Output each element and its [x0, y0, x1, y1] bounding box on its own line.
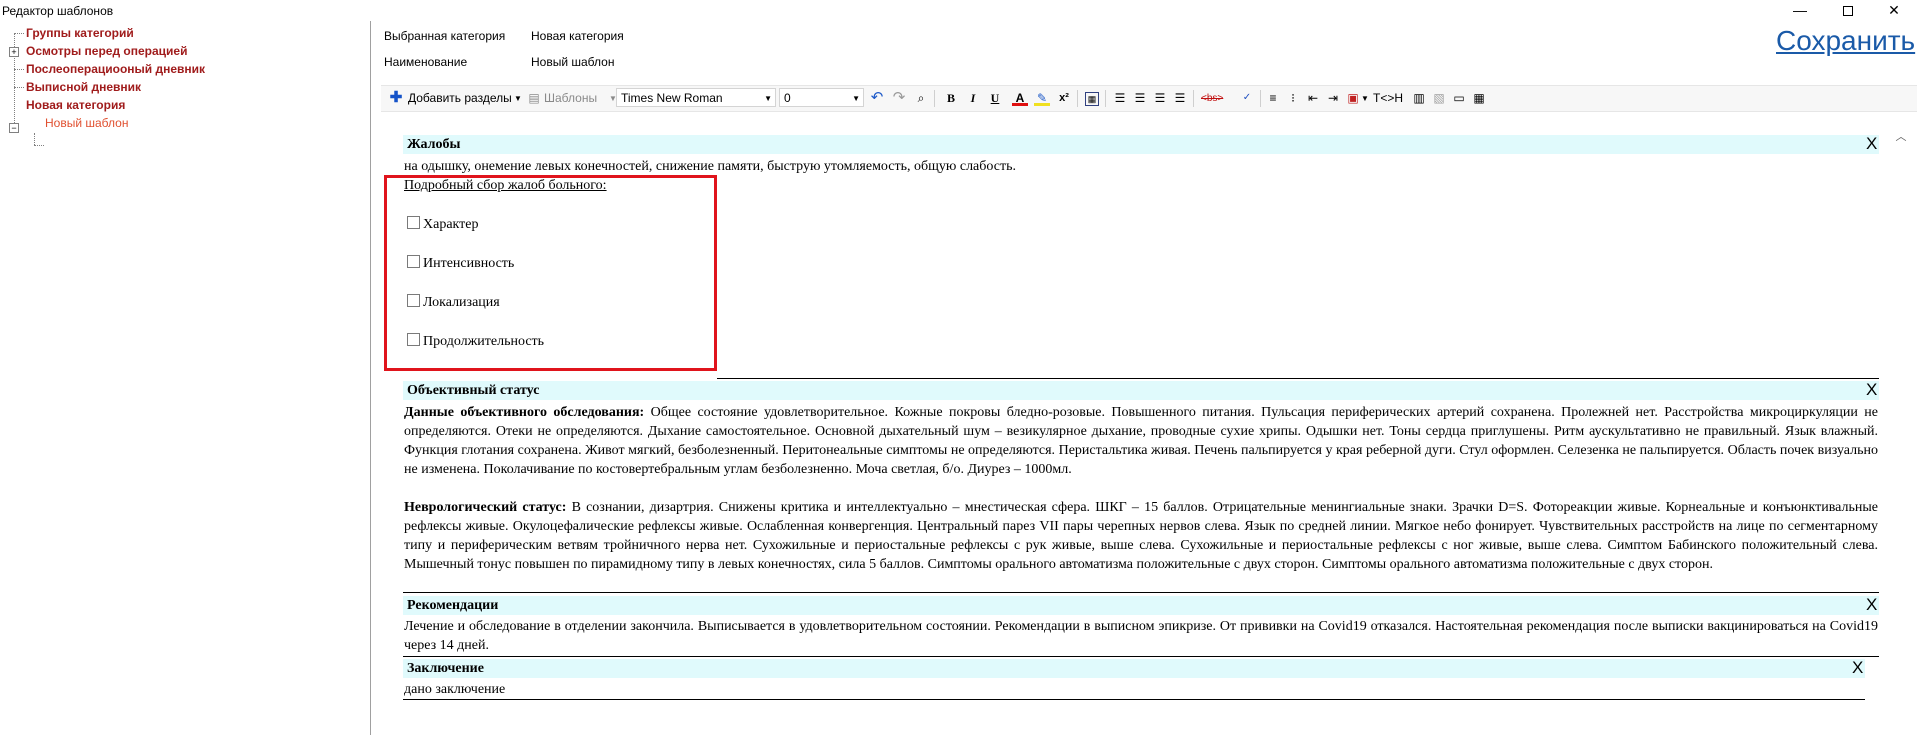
chevron-down-icon: ▼: [852, 94, 860, 103]
outdent-icon[interactable]: ⇤: [1305, 90, 1321, 106]
save-link[interactable]: Сохранить: [1776, 25, 1915, 57]
toolbar-separator: [1105, 90, 1106, 107]
title-bar: Редактор шаблонов — ✕: [0, 0, 1920, 21]
section-title: Жалобы: [407, 137, 461, 152]
neuro-status-heading: Неврологический статус:: [404, 500, 567, 515]
selected-category-value: Новая категория: [531, 29, 624, 43]
font-color-icon[interactable]: A: [1012, 90, 1028, 106]
template-name-value[interactable]: Новый шаблон: [531, 55, 614, 69]
unordered-list-icon[interactable]: ⁝: [1285, 90, 1301, 106]
section-title: Заключение: [407, 661, 484, 676]
toolbar-separator: [934, 90, 935, 107]
highlight-icon[interactable]: ✎: [1034, 90, 1050, 106]
italic-icon[interactable]: I: [965, 90, 981, 106]
minimize-icon: —: [1793, 2, 1807, 18]
section-divider: [403, 656, 1879, 657]
template-name-label: Наименование: [384, 55, 468, 69]
ordered-list-icon[interactable]: ≡: [1265, 90, 1281, 106]
align-center-icon[interactable]: ☰: [1132, 90, 1148, 106]
underline-icon[interactable]: U: [987, 90, 1003, 106]
chevron-up-icon[interactable]: ︿: [1893, 128, 1909, 143]
font-size-value: 0: [784, 91, 791, 105]
chevron-down-icon: ▼: [764, 94, 772, 103]
restore-icon: [1843, 6, 1853, 16]
selected-category-label: Выбранная категория: [384, 29, 506, 43]
recommendations-text[interactable]: Лечение и обследование в отделении закон…: [404, 617, 1878, 655]
tree-item-new-template[interactable]: Новый шаблон: [45, 116, 128, 130]
find-icon[interactable]: ⌕: [913, 90, 929, 106]
tree-item-discharge-diary[interactable]: Выписной дневник: [26, 80, 141, 94]
remove-section-button[interactable]: X: [1852, 658, 1863, 677]
add-sections-button[interactable]: Добавить разделы: [408, 89, 512, 108]
minimize-button[interactable]: —: [1780, 0, 1820, 20]
tree-connector: [34, 133, 35, 145]
toolbar-separator: [1260, 90, 1261, 107]
close-icon: ✕: [1888, 2, 1900, 18]
tree-item-postop-diary[interactable]: Послеоперациооный дневник: [26, 62, 205, 76]
section-title: Объективный статус: [407, 383, 540, 398]
editor-toolbar: ✚ Добавить разделы ▼ ▤ Шаблоны ▼ Times N…: [381, 85, 1917, 112]
undo-icon[interactable]: ↶: [869, 90, 885, 106]
bold-icon[interactable]: B: [943, 90, 959, 106]
collapse-icon[interactable]: −: [9, 123, 19, 133]
table-icon[interactable]: ▦: [1471, 90, 1487, 106]
remove-section-button[interactable]: X: [1866, 595, 1877, 614]
chevron-down-icon[interactable]: ▼: [1361, 89, 1369, 108]
section-header-objective: Объективный статус X: [403, 380, 1879, 400]
complaints-text[interactable]: на одышку, онемение левых конечностей, с…: [404, 157, 1874, 176]
toolbar-separator: [1077, 90, 1078, 107]
remove-section-button[interactable]: X: [1866, 134, 1877, 153]
clipboard-icon[interactable]: ▧: [1431, 90, 1447, 106]
chevron-down-icon[interactable]: ▼: [514, 89, 522, 108]
align-right-icon[interactable]: ☰: [1152, 90, 1168, 106]
indent-icon[interactable]: ⇥: [1325, 90, 1341, 106]
tree-connector: [14, 87, 24, 88]
vertical-scrollbar[interactable]: ︿: [1893, 128, 1909, 735]
conclusion-text[interactable]: дано заключение: [404, 680, 1864, 699]
font-family-select[interactable]: Times New Roman ▼: [616, 88, 776, 107]
close-button[interactable]: ✕: [1874, 0, 1914, 20]
section-divider: [717, 378, 1879, 379]
objective-exam-heading: Данные объективного обследования:: [404, 405, 645, 420]
tree-item-new-category[interactable]: Новая категория: [26, 98, 125, 112]
highlight-box: [384, 175, 717, 371]
tree-connector: [14, 33, 24, 34]
strikethrough-icon[interactable]: <bs>: [1201, 89, 1235, 108]
section-title: Рекомендации: [407, 598, 499, 613]
font-family-value: Times New Roman: [621, 91, 723, 105]
superscript-icon[interactable]: x²: [1056, 90, 1072, 106]
objective-exam-paragraph[interactable]: Данные объективного обследования: Общее …: [404, 403, 1878, 479]
tree-connector: [34, 145, 44, 146]
tree-connector: [14, 69, 24, 70]
toolbar-separator: [1193, 90, 1194, 107]
html-toggle-button[interactable]: T<>H: [1373, 89, 1403, 108]
plus-icon: ✚: [389, 89, 403, 106]
section-header-complaints: Жалобы X: [403, 134, 1879, 154]
section-divider: [403, 592, 1879, 593]
align-justify-icon[interactable]: ☰: [1172, 90, 1188, 106]
section-header-conclusion: Заключение X: [403, 658, 1865, 678]
restore-button[interactable]: [1828, 0, 1868, 20]
neuro-status-text: В сознании, дизартрия. Снижены критика и…: [404, 500, 1878, 572]
align-left-icon[interactable]: ☰: [1112, 90, 1128, 106]
font-size-select[interactable]: 0 ▼: [779, 88, 864, 107]
section-header-recommendations: Рекомендации X: [403, 595, 1879, 615]
redo-icon[interactable]: ↷: [891, 90, 907, 106]
section-divider: [403, 699, 1865, 700]
templates-icon: ▤: [528, 91, 540, 105]
spellcheck-icon[interactable]: ✓: [1239, 90, 1255, 106]
tree-item-preop[interactable]: Осмотры перед операцией: [26, 44, 187, 58]
neuro-status-paragraph[interactable]: Неврологический статус: В сознании, диза…: [404, 498, 1878, 574]
table-props-icon[interactable]: ▣: [1345, 90, 1361, 106]
category-tree: + − Группы категорий Осмотры перед опера…: [0, 21, 371, 735]
tree-item-groups[interactable]: Группы категорий: [26, 26, 134, 40]
templates-button[interactable]: Шаблоны: [544, 89, 597, 108]
image-icon[interactable]: ▦: [1085, 92, 1099, 106]
window-title: Редактор шаблонов: [2, 4, 114, 18]
remove-section-button[interactable]: X: [1866, 380, 1877, 399]
expand-icon[interactable]: +: [9, 47, 19, 57]
field-icon[interactable]: ▭: [1451, 90, 1467, 106]
paste-icon[interactable]: ▥: [1411, 90, 1427, 106]
